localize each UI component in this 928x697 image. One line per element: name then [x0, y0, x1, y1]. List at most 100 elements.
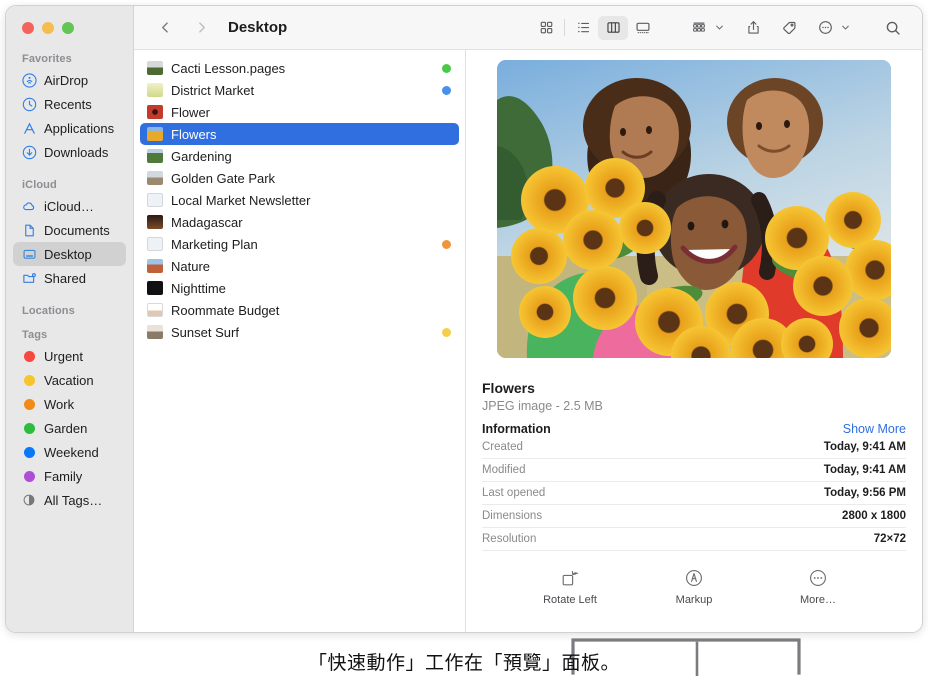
sidebar-item-label: Downloads — [44, 144, 109, 160]
share-icon[interactable] — [738, 16, 768, 40]
file-name: Nature — [171, 258, 211, 274]
tag-dot-icon — [21, 396, 37, 412]
list-item[interactable]: Sunset Surf — [140, 321, 459, 343]
sidebar-item-label: Applications — [44, 120, 115, 136]
tag-dot-icon — [21, 372, 37, 388]
chevron-down-icon[interactable] — [713, 23, 726, 32]
search-icon[interactable] — [878, 16, 908, 40]
info-value: Today, 9:41 AM — [823, 441, 906, 453]
sidebar-item-tag-work[interactable]: Work — [13, 392, 126, 416]
toolbar: Desktop — [134, 6, 922, 50]
sidebar-item-recents[interactable]: Recents — [13, 92, 126, 116]
info-key: Resolution — [482, 533, 537, 545]
sidebar-item-tag-vacation[interactable]: Vacation — [13, 368, 126, 392]
quick-action-label: Rotate Left — [543, 594, 597, 606]
tag-dot-icon — [21, 420, 37, 436]
sidebar-item-desktop[interactable]: Desktop — [13, 242, 126, 266]
rotate-left-icon — [560, 566, 580, 588]
info-row-modified: Modified Today, 9:41 AM — [482, 459, 906, 482]
preview-file-subtitle: JPEG image - 2.5 MB — [482, 399, 603, 413]
list-item[interactable]: District Market — [140, 79, 459, 101]
list-item[interactable]: Roommate Budget — [140, 299, 459, 321]
sidebar-item-shared[interactable]: Shared — [13, 266, 126, 290]
clock-icon — [21, 96, 37, 112]
file-list[interactable]: Cacti Lesson.pages District Market Flowe… — [134, 50, 466, 632]
list-item[interactable]: Marketing Plan — [140, 233, 459, 255]
finder-window: Favorites AirDrop Recents Applications D… — [5, 5, 923, 633]
list-item[interactable]: Nature — [140, 255, 459, 277]
download-icon — [21, 144, 37, 160]
sidebar-item-tag-garden[interactable]: Garden — [13, 416, 126, 440]
sunflower-photo — [497, 60, 891, 358]
file-name: Madagascar — [171, 214, 243, 230]
show-more-link[interactable]: Show More — [843, 422, 906, 436]
info-row-created: Created Today, 9:41 AM — [482, 436, 906, 459]
sidebar-item-downloads[interactable]: Downloads — [13, 140, 126, 164]
sidebar-item-label: Shared — [44, 270, 86, 286]
icon-view-icon[interactable] — [531, 16, 561, 40]
info-value: Today, 9:41 AM — [823, 464, 906, 476]
list-item[interactable]: Nighttime — [140, 277, 459, 299]
sidebar-item-tag-urgent[interactable]: Urgent — [13, 344, 126, 368]
list-item[interactable]: Golden Gate Park — [140, 167, 459, 189]
info-row-dimensions: Dimensions 2800 x 1800 — [482, 505, 906, 528]
document-icon — [21, 222, 37, 238]
file-thumbnail — [147, 259, 163, 273]
file-name: Flowers — [171, 126, 217, 142]
quick-action-markup[interactable]: Markup — [659, 566, 729, 606]
forward-button[interactable] — [188, 15, 214, 41]
gallery-view-icon[interactable] — [628, 16, 658, 40]
sidebar-item-airdrop[interactable]: AirDrop — [13, 68, 126, 92]
file-name: Flower — [171, 104, 211, 120]
quick-action-rotate-left[interactable]: Rotate Left — [535, 566, 605, 606]
list-item[interactable]: Cacti Lesson.pages — [140, 57, 459, 79]
list-item[interactable]: Flowers — [140, 123, 459, 145]
file-thumbnail — [147, 105, 163, 119]
minimize-button[interactable] — [42, 22, 54, 34]
list-item[interactable]: Madagascar — [140, 211, 459, 233]
sidebar-item-icloud[interactable]: iCloud… — [13, 194, 126, 218]
information-label: Information — [482, 422, 551, 436]
info-key: Modified — [482, 464, 526, 476]
column-view-icon[interactable] — [598, 15, 628, 40]
more-actions-group[interactable] — [810, 16, 852, 40]
tag-icon[interactable] — [774, 16, 804, 40]
file-thumbnail — [147, 83, 163, 97]
list-item[interactable]: Local Market Newsletter — [140, 189, 459, 211]
tag-dot-icon — [21, 468, 37, 484]
group-by-icon[interactable] — [684, 16, 714, 40]
group-by-group[interactable] — [684, 16, 726, 40]
file-name: Local Market Newsletter — [171, 192, 311, 208]
info-key: Created — [482, 441, 523, 453]
sidebar-group-tags-title: Tags — [22, 329, 48, 341]
sidebar-item-tag-weekend[interactable]: Weekend — [13, 440, 126, 464]
airdrop-icon — [21, 72, 37, 88]
sidebar-item-label: All Tags… — [44, 492, 103, 508]
all-tags-icon — [21, 492, 37, 508]
sidebar-item-label: Recents — [44, 96, 92, 112]
chevron-down-icon[interactable] — [839, 23, 852, 32]
file-thumbnail — [147, 149, 163, 163]
more-circle-icon[interactable] — [810, 16, 840, 40]
sidebar-item-tag-family[interactable]: Family — [13, 464, 126, 488]
file-thumbnail — [147, 325, 163, 339]
sidebar-item-label: Urgent — [44, 348, 84, 364]
file-tag-dot — [442, 327, 451, 337]
list-view-icon[interactable] — [568, 16, 598, 40]
close-button[interactable] — [22, 22, 34, 34]
sidebar-item-applications[interactable]: Applications — [13, 116, 126, 140]
quick-action-more[interactable]: More… — [783, 566, 853, 606]
sidebar-item-documents[interactable]: Documents — [13, 218, 126, 242]
back-button[interactable] — [152, 15, 178, 41]
list-item[interactable]: Gardening — [140, 145, 459, 167]
sidebar-item-all-tags[interactable]: All Tags… — [13, 488, 126, 512]
preview-pane: Flowers JPEG image - 2.5 MB Information … — [466, 50, 922, 632]
file-tag-dot — [442, 239, 451, 249]
info-row-resolution: Resolution 72×72 — [482, 528, 906, 551]
list-item[interactable]: Flower — [140, 101, 459, 123]
preview-file-title: Flowers — [482, 380, 535, 396]
screenshot-root: Favorites AirDrop Recents Applications D… — [0, 0, 928, 697]
information-header: Information Show More — [482, 422, 906, 436]
info-value: 2800 x 1800 — [842, 510, 906, 522]
zoom-button[interactable] — [62, 22, 74, 34]
